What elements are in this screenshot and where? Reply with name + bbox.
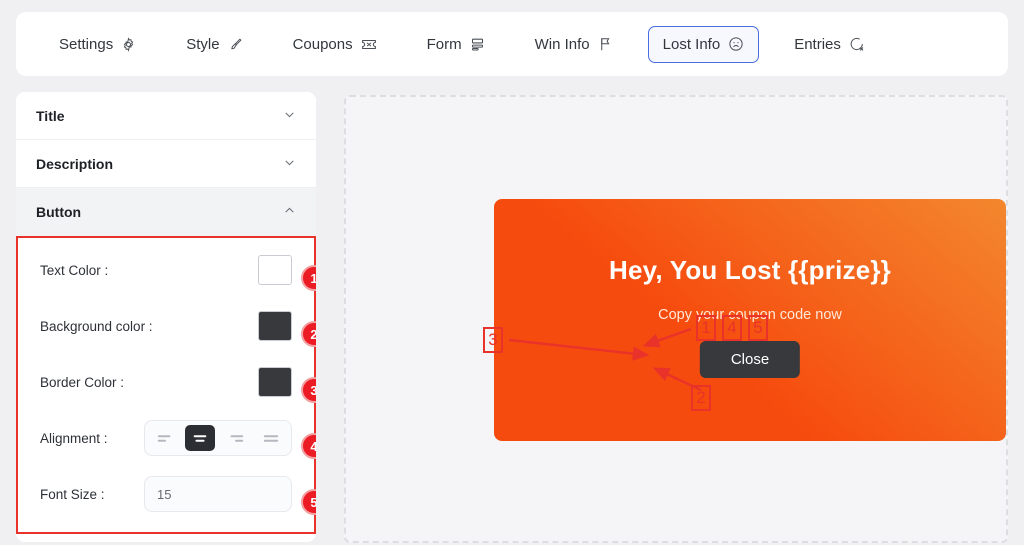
annotation-marker-4: 4: [722, 315, 742, 341]
chevron-up-icon: [283, 204, 296, 220]
accordion-header-button[interactable]: Button: [16, 188, 316, 236]
chevron-down-icon: [283, 156, 296, 172]
tab-settings[interactable]: Settings: [44, 26, 151, 63]
brush-icon: [228, 37, 243, 52]
tab-settings-label: Settings: [59, 35, 114, 53]
settings-sidebar: Title Description Button Text Color : Ba…: [16, 92, 316, 542]
field-border-color: Border Color :: [18, 354, 314, 410]
annotation-marker-2: 2: [691, 385, 711, 411]
align-center-icon[interactable]: [185, 425, 216, 451]
annotation-marker-5: 5: [748, 315, 768, 341]
button-settings-panel: Text Color : Background color : Border C…: [16, 236, 316, 534]
font-size-label: Font Size :: [40, 486, 105, 502]
tab-lost-info[interactable]: Lost Info: [647, 25, 760, 63]
tab-coupons-label: Coupons: [292, 35, 353, 53]
tab-form[interactable]: Form: [412, 26, 500, 63]
tab-win-info-label: Win Info: [534, 35, 590, 53]
entries-icon: [849, 36, 865, 52]
tab-list: Settings Style Coupons Form Win Info Los…: [16, 25, 900, 63]
alignment-label: Alignment :: [40, 430, 108, 446]
ticket-icon: [361, 37, 377, 52]
text-color-label: Text Color :: [40, 262, 109, 278]
tab-style-label: Style: [186, 35, 220, 53]
tab-entries-label: Entries: [794, 35, 841, 53]
popup-title: Hey, You Lost {{prize}}: [608, 255, 891, 285]
annotation-marker-1: 1: [696, 315, 716, 341]
gear-icon: [121, 36, 136, 52]
text-color-swatch[interactable]: [258, 255, 292, 285]
border-color-label: Border Color :: [40, 374, 125, 390]
sad-face-icon: [728, 36, 744, 52]
preview-canvas: Hey, You Lost {{prize}} Copy your coupon…: [344, 95, 1008, 543]
align-left-icon[interactable]: [150, 425, 180, 451]
tab-win-info[interactable]: Win Info: [520, 26, 628, 63]
accordion-header-title[interactable]: Title: [16, 92, 316, 140]
flag-icon: [598, 36, 613, 52]
background-color-swatch[interactable]: [258, 311, 292, 341]
field-font-size: Font Size :: [18, 466, 314, 522]
tab-style[interactable]: Style: [171, 26, 257, 63]
accordion-button-label: Button: [36, 204, 82, 220]
top-tab-bar: Settings Style Coupons Form Win Info Los…: [16, 12, 1008, 76]
tab-form-label: Form: [426, 35, 462, 53]
alignment-button-group: [144, 420, 292, 456]
accordion-title-label: Title: [36, 107, 65, 124]
align-right-icon[interactable]: [221, 425, 251, 451]
border-color-swatch[interactable]: [258, 367, 292, 397]
popup-close-button[interactable]: Close: [699, 341, 801, 378]
accordion-description-label: Description: [36, 155, 114, 172]
form-icon: [470, 37, 485, 52]
field-background-color: Background color :: [18, 298, 314, 354]
field-alignment: Alignment :: [18, 410, 314, 466]
chevron-down-icon: [283, 108, 296, 124]
tab-entries[interactable]: Entries: [779, 26, 880, 63]
background-color-label: Background color :: [40, 318, 153, 334]
field-text-color: Text Color :: [18, 242, 314, 298]
accordion-header-description[interactable]: Description: [16, 140, 316, 188]
tab-coupons[interactable]: Coupons: [278, 26, 392, 63]
tab-lost-info-label: Lost Info: [662, 35, 721, 53]
font-size-input[interactable]: [144, 476, 292, 512]
annotation-marker-3: 3: [483, 327, 503, 353]
align-justify-icon[interactable]: [256, 425, 286, 451]
